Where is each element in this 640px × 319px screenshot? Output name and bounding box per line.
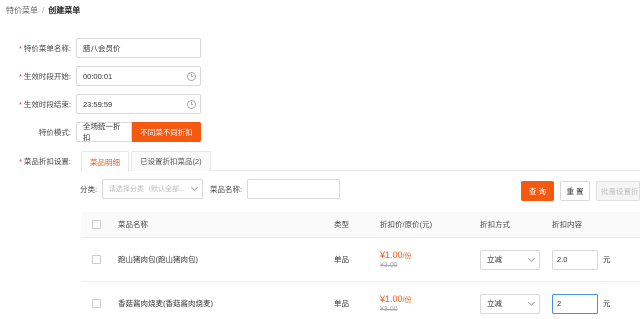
header-method: 折扣方式	[480, 220, 510, 229]
discount-content-input[interactable]: 2.0	[552, 249, 598, 270]
table-row: 跑山猪肉包(跑山猪肉包) 单品 ¥1.00/份 ¥3.00 立减 2.0 元	[81, 238, 640, 282]
dish-name-input[interactable]	[247, 179, 340, 199]
clock-icon	[187, 100, 196, 109]
row-checkbox[interactable]	[92, 299, 101, 308]
category-label: 分类:	[80, 185, 98, 194]
breadcrumb-separator: /	[42, 5, 45, 15]
mode-option-per-dish[interactable]: 不同菜不同折扣	[132, 122, 201, 142]
mode-option-uniform[interactable]: 全场统一折扣	[76, 122, 132, 142]
dish-name: 跑山猪肉包(跑山猪肉包)	[118, 255, 198, 264]
dish-name-label: 菜品名称:	[210, 185, 243, 194]
mode-label: 特价模式:	[38, 127, 71, 137]
breadcrumb-current: 创建菜单	[48, 5, 81, 15]
breadcrumb-parent[interactable]: 特价菜单	[6, 5, 38, 16]
form-row-end: * 生效时段结束: 23:59:59	[0, 94, 201, 114]
dish-name: 香菇酱肉烧麦(香菇酱肉烧麦)	[118, 299, 213, 308]
price-now: ¥1.00	[380, 294, 403, 304]
discount-method-value: 立减	[487, 255, 502, 264]
chevron-down-icon	[190, 183, 199, 192]
form-row-mode: 特价模式: 全场统一折扣 不同菜不同折扣	[0, 122, 201, 142]
form-row-discount: * 菜品折扣设置:	[0, 151, 76, 171]
currency-unit: 元	[603, 255, 611, 264]
discount-method-select[interactable]: 立减	[480, 249, 540, 270]
end-time-value: 23:59:59	[83, 99, 113, 109]
price-original: ¥3.00	[380, 262, 398, 269]
end-label: 生效时段结束:	[23, 99, 71, 109]
chevron-down-icon	[527, 298, 536, 306]
row-checkbox[interactable]	[92, 255, 101, 264]
discount-method-value: 立减	[487, 299, 502, 308]
price-unit: /份	[402, 253, 412, 260]
required-mark: *	[18, 156, 22, 166]
select-all-checkbox[interactable]	[92, 220, 101, 229]
tab-dish-details[interactable]: 菜品明细	[81, 151, 129, 172]
name-label: 特价菜单名称:	[23, 43, 71, 53]
breadcrumb: 特价菜单 / 创建菜单	[6, 4, 80, 16]
price-unit: /份	[402, 297, 412, 304]
required-mark: *	[18, 99, 22, 109]
discount-content-input[interactable]: 2	[552, 293, 598, 314]
header-content: 折扣内容	[552, 220, 582, 229]
price-now: ¥1.00	[380, 250, 403, 260]
dish-type: 单品	[334, 299, 349, 308]
discount-method-select[interactable]: 立减	[480, 293, 540, 314]
end-time-input[interactable]: 23:59:59	[76, 94, 201, 114]
chevron-down-icon	[527, 254, 536, 262]
start-label: 生效时段开始:	[23, 71, 71, 81]
header-name: 菜品名称	[118, 220, 148, 229]
dish-table: 菜品名称 类型 折扣价/原价(元) 折扣方式 折扣内容 跑山猪肉包(跑山猪肉包)…	[81, 212, 640, 319]
tab-configured-dishes[interactable]: 已设置折扣菜品(2)	[131, 151, 211, 171]
price-original: ¥3.00	[380, 306, 398, 313]
query-button[interactable]: 查 询	[521, 181, 554, 201]
batch-set-button[interactable]: 批量设置折	[596, 181, 640, 201]
discount-settings-label: 菜品折扣设置:	[23, 156, 71, 166]
table-header: 菜品名称 类型 折扣价/原价(元) 折扣方式 折扣内容	[81, 212, 640, 238]
start-time-value: 00:00:01	[83, 71, 113, 81]
header-type: 类型	[334, 220, 349, 229]
discount-tabs: 菜品明细 已设置折扣菜品(2)	[81, 151, 640, 172]
form-row-start: * 生效时段开始: 00:00:01	[0, 66, 201, 86]
dish-price: ¥1.00/份 ¥3.00	[380, 282, 411, 319]
start-time-input[interactable]: 00:00:01	[76, 66, 201, 86]
table-row: 香菇酱肉烧麦(香菇酱肉烧麦) 单品 ¥1.00/份 ¥3.00 立减 2 元	[81, 282, 640, 319]
menu-name-input[interactable]: 腊八会员价	[76, 38, 201, 58]
reset-button[interactable]: 重 置	[560, 181, 590, 201]
mode-toggle: 全场统一折扣 不同菜不同折扣	[76, 122, 201, 142]
required-mark: *	[18, 71, 22, 81]
clock-icon	[187, 72, 196, 81]
required-mark: *	[18, 43, 22, 53]
currency-unit: 元	[603, 299, 611, 308]
form-row-name: * 特价菜单名称: 腊八会员价	[0, 38, 201, 58]
category-select[interactable]: 请选择分类（默认全部...	[102, 179, 203, 199]
dish-price: ¥1.00/份 ¥3.00	[380, 238, 411, 281]
header-price: 折扣价/原价(元)	[380, 220, 433, 229]
category-placeholder: 请选择分类（默认全部...	[109, 186, 185, 193]
dish-type: 单品	[334, 255, 349, 264]
